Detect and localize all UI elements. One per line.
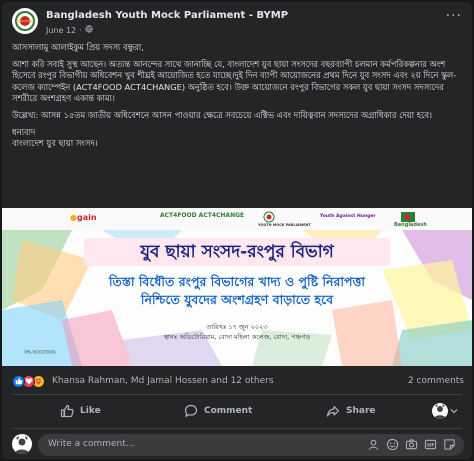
bangladesh-logo: Bangladesh xyxy=(394,212,427,228)
page-name[interactable]: Bangladesh Youth Mock Parliament - BYMP xyxy=(46,10,288,21)
banner-subtitle: নিশ্চিতে যুবদের অংশগ্রহণ বাড়াতে হবে xyxy=(140,292,334,307)
post-body: আসসালামু আলাইকুম প্রিয় সদস্য বন্ধুরা, আ… xyxy=(12,42,464,150)
comments-count[interactable]: 2 comments xyxy=(408,376,464,386)
post-header: Bangladesh Youth Mock Parliament - BYMP … xyxy=(2,2,472,38)
share-icon xyxy=(326,405,340,417)
sponsor-logos: ●gain ACT4FOOD ACT4CHANGE YOUTH MOCK PAR… xyxy=(2,208,472,232)
youth-against-hunger-logo: Youth Against Hunger xyxy=(320,214,376,219)
page-avatar[interactable] xyxy=(12,8,38,34)
comment-input[interactable]: Write a comment... GIF xyxy=(38,434,464,456)
share-button[interactable]: Share xyxy=(326,398,376,424)
thumbs-up-icon xyxy=(60,404,74,418)
like-label: Like xyxy=(80,406,101,416)
comment-label: Comment xyxy=(204,406,253,416)
sticker-icon[interactable] xyxy=(443,438,456,451)
bymp-logo: YOUTH MOCK PARLIAMENT xyxy=(258,211,311,227)
post-signoff: ধন্যবাদ xyxy=(12,127,36,138)
comment-button[interactable]: Comment xyxy=(184,398,252,424)
divider xyxy=(12,428,462,429)
banner-subtitle: তিস্তা বিধৌত রংপুর বিভাগের খাদ্য ও পুষ্ট… xyxy=(108,274,366,289)
divider xyxy=(12,394,462,395)
chevron-down-icon xyxy=(450,409,458,414)
comment-placeholder: Write a comment... xyxy=(48,439,135,449)
gain-logo: ●gain xyxy=(70,213,97,222)
like-button[interactable]: Like xyxy=(60,398,101,424)
post-signoff: বাংলাদেশ যুব ছায়া সংসদ। xyxy=(12,138,98,149)
post-paragraph: আসসালামু আলাইকুম প্রিয় সদস্য বন্ধুরা, xyxy=(12,42,144,52)
act4food-logo: ACT4FOOD ACT4CHANGE xyxy=(160,212,245,219)
reaction-profile-selector[interactable] xyxy=(432,398,458,424)
reaction-names[interactable]: Khansa Rahman, Md Jamal Hossen and 12 ot… xyxy=(52,376,274,386)
post-image-banner[interactable]: ●gain ACT4FOOD ACT4CHANGE YOUTH MOCK PAR… xyxy=(2,208,472,366)
post-paragraph: আশা করি সবাই সুস্থ আছেন। অত্যন্ত আনন্দের… xyxy=(12,59,457,103)
comment-icon xyxy=(184,404,198,417)
user-avatar[interactable] xyxy=(12,434,32,454)
share-label: Share xyxy=(346,406,376,416)
like-icon xyxy=(12,375,25,388)
more-options-icon[interactable]: ··· xyxy=(446,8,462,24)
svg-text:GIF: GIF xyxy=(427,443,435,448)
post-paragraph: উল্লেখ্য: আসন্ন ১৫তম জাতীয় অধিবেশনে আসন… xyxy=(12,110,432,121)
globe-icon xyxy=(85,25,93,35)
gif-icon[interactable]: GIF xyxy=(424,438,437,451)
post-meta: June 12 · xyxy=(46,25,93,35)
reaction-summary: Khansa Rahman, Md Jamal Hossen and 12 ot… xyxy=(12,374,464,390)
post-date[interactable]: June 12 xyxy=(46,26,76,35)
action-bar: Like Comment Share xyxy=(12,398,464,424)
meta-separator: · xyxy=(79,25,82,35)
banner-organizer: সহ-আয়োজক: xyxy=(24,350,57,356)
reaction-icons[interactable] xyxy=(12,375,50,389)
post-card: Bangladesh Youth Mock Parliament - BYMP … xyxy=(2,2,472,459)
banner-title: যুব ছায়া সংসদ-রংপুর বিভাগ xyxy=(84,238,390,266)
composer-tools: GIF xyxy=(367,438,456,451)
camera-icon[interactable] xyxy=(405,438,418,451)
comment-composer: Write a comment... GIF xyxy=(12,432,464,456)
banner-venue: স্থানঃ অডিটোরিয়াম, বোদা মহিলা কলেজ, বোদ… xyxy=(163,333,311,341)
emoji-icon[interactable] xyxy=(386,438,399,451)
selector-avatar xyxy=(432,403,448,419)
avatar-sticker-icon[interactable] xyxy=(367,438,380,451)
